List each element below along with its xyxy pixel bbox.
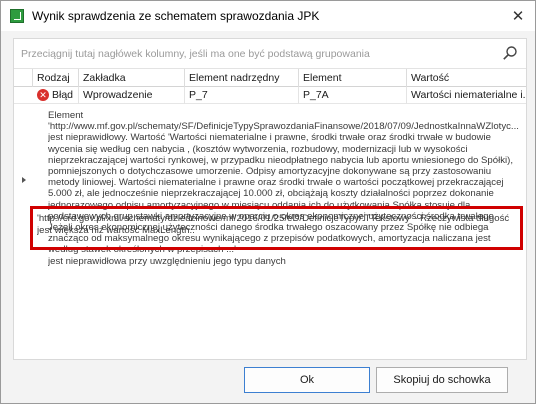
error-detail-text: Element 'http://www.mf.gov.pl/schematy/S…: [48, 110, 519, 267]
error-detail-panel: Element 'http://www.mf.gov.pl/schematy/S…: [48, 110, 522, 280]
cell-element: P_7A: [298, 87, 406, 104]
column-header-zakladka[interactable]: Zakładka: [78, 69, 184, 87]
group-by-panel[interactable]: Przeciągnij tutaj nagłówek kolumny, jeśl…: [14, 39, 526, 69]
close-button[interactable]: ✕: [509, 7, 527, 25]
column-header-rodzaj[interactable]: Rodzaj: [32, 69, 78, 87]
window-title: Wynik sprawdzenia ze schematem sprawozda…: [32, 9, 320, 23]
highlighted-error-text: 'http://crd.gov.pl/xml/schematy/dziedzin…: [37, 213, 510, 236]
cell-element-nadrzedny: P_7: [184, 87, 298, 104]
table-row[interactable]: ✕ Błąd Wprowadzenie P_7 P_7A Wartości ni…: [14, 87, 526, 104]
column-header-element[interactable]: Element: [298, 69, 406, 87]
row-expand-arrow-icon[interactable]: [22, 177, 26, 183]
dialog-window: Wynik sprawdzenia ze schematem sprawozda…: [0, 0, 536, 404]
cell-rodzaj: ✕ Błąd: [32, 87, 78, 104]
group-by-placeholder: Przeciągnij tutaj nagłówek kolumny, jeśl…: [21, 48, 370, 60]
cell-wartosc: Wartości niematerialne i...: [406, 87, 526, 104]
cell-zakladka: Wprowadzenie: [78, 87, 184, 104]
column-header-element-nadrzedny[interactable]: Element nadrzędny: [184, 69, 298, 87]
results-grid: Przeciągnij tutaj nagłówek kolumny, jeśl…: [13, 38, 527, 360]
ok-button[interactable]: Ok: [244, 367, 370, 393]
cell-rodzaj-text: Błąd: [52, 89, 74, 101]
column-header-wartosc[interactable]: Wartość: [406, 69, 526, 87]
error-icon: ✕: [37, 89, 49, 101]
copy-to-clipboard-button[interactable]: Skopiuj do schowka: [376, 367, 508, 393]
column-header-row: Rodzaj Zakładka Element nadrzędny Elemen…: [14, 69, 526, 87]
search-icon[interactable]: [502, 45, 518, 61]
app-icon: [10, 9, 24, 23]
title-bar: Wynik sprawdzenia ze schematem sprawozda…: [1, 1, 535, 31]
